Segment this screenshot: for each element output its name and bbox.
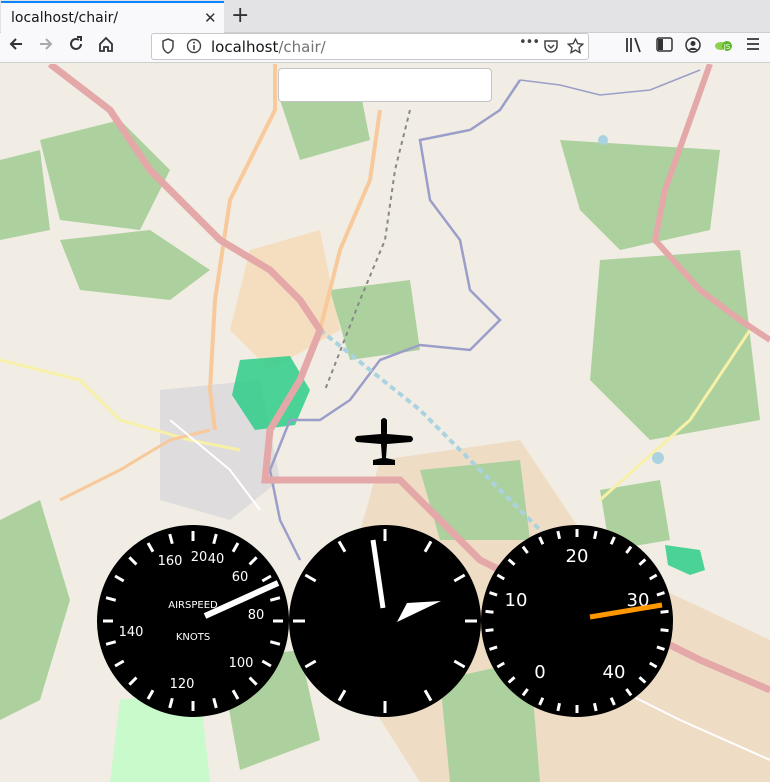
gauge-scale-label: 140 bbox=[119, 625, 144, 640]
gauge-scale-label: 40 bbox=[208, 552, 225, 567]
gauge-tick bbox=[592, 530, 598, 540]
instrument-panel: 20 406080100120140160 AIRSPEED KNOTS 0102… bbox=[97, 525, 673, 717]
gauge-tick bbox=[485, 628, 494, 633]
airspeed-indicator: 20 40 60 80 100 120 140 160 AIRSPEED KNOTS bbox=[97, 525, 289, 717]
gauge-tick bbox=[485, 609, 494, 614]
gauge-scale-label: 0 bbox=[534, 662, 545, 683]
gauge-scale-label: 100 bbox=[229, 656, 254, 671]
gauge-scale-label: 10 bbox=[505, 590, 528, 611]
gauge-tick bbox=[660, 609, 669, 614]
gauge-tick bbox=[660, 628, 669, 633]
knots-label: KNOTS bbox=[176, 632, 210, 643]
gauge-scale-label: 120 bbox=[170, 677, 195, 692]
attitude-indicator bbox=[289, 525, 481, 717]
gauge-tick bbox=[592, 702, 598, 712]
gauge-tick bbox=[556, 530, 562, 540]
gauge-scale-label: 160 bbox=[158, 554, 183, 569]
gauge-scale-label: 60 bbox=[232, 570, 249, 585]
gauge-scale-label: 20 bbox=[566, 546, 589, 567]
altimeter: 010203040 bbox=[481, 525, 673, 717]
gauge-scale-label: 20 bbox=[191, 550, 208, 565]
attitude-dial bbox=[289, 525, 481, 717]
gauge-scale-label: 80 bbox=[248, 608, 265, 623]
gauge-scale-label: 40 bbox=[603, 662, 626, 683]
gauge-tick bbox=[556, 702, 562, 712]
airspeed-label: AIRSPEED bbox=[168, 600, 218, 611]
